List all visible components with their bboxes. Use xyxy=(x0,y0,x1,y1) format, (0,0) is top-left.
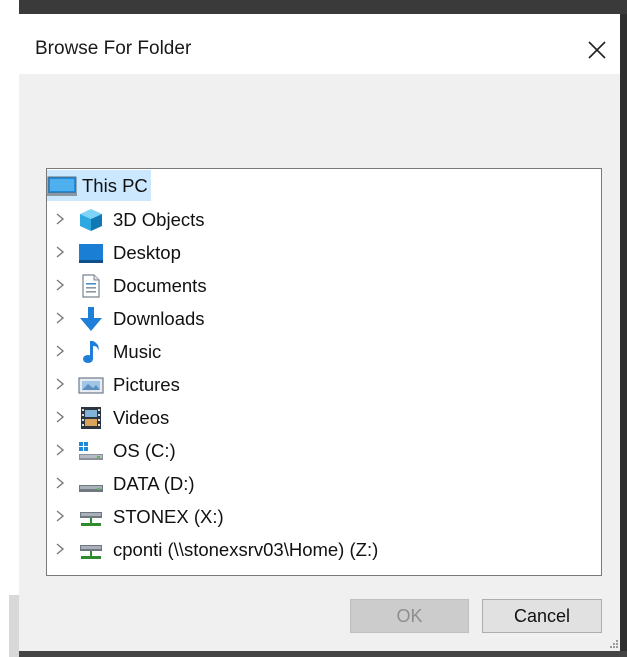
tree-item-os-c[interactable]: OS (C:) xyxy=(47,434,597,467)
network-drive-icon xyxy=(80,545,102,559)
videos-icon xyxy=(81,407,101,429)
browse-for-folder-dialog: Browse For Folder This PC 3D Objects Des… xyxy=(19,14,620,651)
title-bar: Browse For Folder xyxy=(19,14,620,74)
tree-item-label: DATA (D:) xyxy=(113,473,195,494)
tree-item-label: 3D Objects xyxy=(113,209,205,230)
downloads-icon xyxy=(80,307,102,331)
ok-button[interactable]: OK xyxy=(350,599,469,633)
tree-item-downloads[interactable]: Downloads xyxy=(47,302,597,335)
tree-item-pictures[interactable]: Pictures xyxy=(47,368,597,401)
tree-item-3d-objects[interactable]: 3D Objects xyxy=(47,203,597,236)
windows-drive-icon xyxy=(79,442,103,460)
documents-icon xyxy=(82,274,100,298)
chevron-right-icon[interactable] xyxy=(54,443,66,457)
tree-item-label: Music xyxy=(113,341,162,362)
tree-item-documents[interactable]: Documents xyxy=(47,269,597,302)
chevron-right-icon[interactable] xyxy=(54,245,66,259)
tree-item-cponti-z[interactable]: cponti (\\stonexsrv03\Home) (Z:) xyxy=(47,533,597,566)
tree-item-music[interactable]: Music xyxy=(47,335,597,368)
background-window-bottom xyxy=(19,651,627,657)
tree-item-data-d[interactable]: DATA (D:) xyxy=(47,467,597,500)
chevron-right-icon[interactable] xyxy=(54,311,66,325)
chevron-right-icon[interactable] xyxy=(54,377,66,391)
this-pc-icon xyxy=(47,176,77,196)
chevron-right-icon[interactable] xyxy=(54,410,66,424)
chevron-right-icon[interactable] xyxy=(54,212,66,226)
tree-item-label: cponti (\\stonexsrv03\Home) (Z:) xyxy=(113,539,379,560)
desktop-icon xyxy=(79,244,103,263)
tree-item-stonex-x[interactable]: STONEX (X:) xyxy=(47,500,597,533)
network-drive-icon xyxy=(80,512,102,526)
resize-grip-icon[interactable] xyxy=(609,639,619,649)
tree-item-label: Pictures xyxy=(113,374,180,395)
close-icon xyxy=(588,41,606,59)
cancel-button[interactable]: Cancel xyxy=(482,599,602,633)
3d-objects-icon xyxy=(80,209,102,231)
background-window-strip xyxy=(0,0,627,14)
pictures-icon xyxy=(78,377,104,394)
tree-item-videos[interactable]: Videos xyxy=(47,401,597,434)
tree-item-label: Documents xyxy=(113,275,207,296)
background-window-right xyxy=(620,14,627,657)
tree-item-desktop[interactable]: Desktop xyxy=(47,236,597,269)
tree-item-label: Downloads xyxy=(113,308,205,329)
tree-item-label: This PC xyxy=(82,175,148,196)
chevron-right-icon[interactable] xyxy=(54,509,66,523)
tree-item-label: OS (C:) xyxy=(113,440,176,461)
tree-item-label: Videos xyxy=(113,407,170,428)
tree-item-label: Desktop xyxy=(113,242,181,263)
folder-tree[interactable]: This PC 3D Objects Desktop Documents Dow… xyxy=(46,168,602,576)
close-button[interactable] xyxy=(579,32,615,68)
tree-item-this-pc[interactable]: This PC xyxy=(47,170,151,201)
chevron-right-icon[interactable] xyxy=(54,542,66,556)
background-window-left xyxy=(0,0,19,657)
chevron-right-icon[interactable] xyxy=(54,476,66,490)
drive-icon xyxy=(79,485,103,492)
chevron-right-icon[interactable] xyxy=(54,344,66,358)
music-icon xyxy=(83,341,99,363)
chevron-right-icon[interactable] xyxy=(54,278,66,292)
dialog-title: Browse For Folder xyxy=(35,38,192,59)
tree-item-label: STONEX (X:) xyxy=(113,506,224,527)
